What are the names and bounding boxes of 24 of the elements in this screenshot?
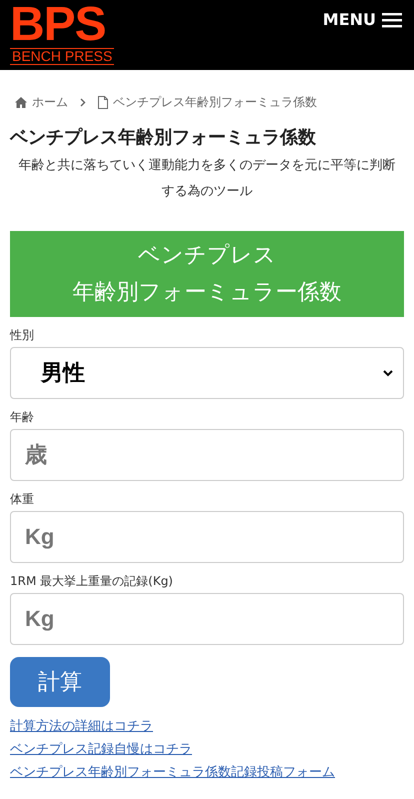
link[interactable]: ベンチプレス年齢別フォーミュラ係数記録投稿フォーム bbox=[10, 763, 335, 782]
link[interactable]: 計算方法の詳細はコチラ bbox=[10, 717, 153, 736]
menu-button[interactable]: MENU bbox=[322, 10, 402, 29]
home-icon bbox=[15, 97, 27, 108]
chevron-icon bbox=[80, 98, 86, 107]
field-label: 性別 bbox=[10, 327, 35, 343]
breadcrumb-item: ベンチプレス年齢別フォーミュラ係数 bbox=[98, 94, 317, 111]
document-icon bbox=[98, 96, 108, 109]
input-field[interactable]: Kg bbox=[10, 593, 404, 645]
menu-icon bbox=[382, 12, 402, 28]
page-title: ベンチプレス年齢別フォーミュラ係数 bbox=[10, 126, 317, 149]
input-field[interactable]: Kg bbox=[10, 511, 404, 563]
calculate-button[interactable]: 計算 bbox=[10, 657, 110, 707]
gender-select[interactable]: 男性 bbox=[10, 347, 404, 399]
bench-press-logo[interactable]: BPS BENCH PRESS bbox=[10, 2, 114, 65]
field-label: 体重 bbox=[10, 491, 35, 507]
input-field[interactable]: 歳 bbox=[10, 429, 404, 481]
description: 年齢と共に落ちていく運動能力を多くのデータを元に平等に判断する為のツール bbox=[18, 157, 396, 201]
title-banner: ベンチプレス 年齢別フォーミュラー係数 bbox=[10, 231, 404, 317]
link[interactable]: ベンチプレス記録自慢はコチラ bbox=[10, 740, 192, 759]
field-label: 1RM 最大挙上重量の記録(Kg) bbox=[10, 573, 174, 589]
chevron-down-icon bbox=[383, 370, 393, 376]
breadcrumb-item[interactable]: ホーム bbox=[15, 94, 68, 111]
field-label: 年齢 bbox=[10, 409, 35, 425]
